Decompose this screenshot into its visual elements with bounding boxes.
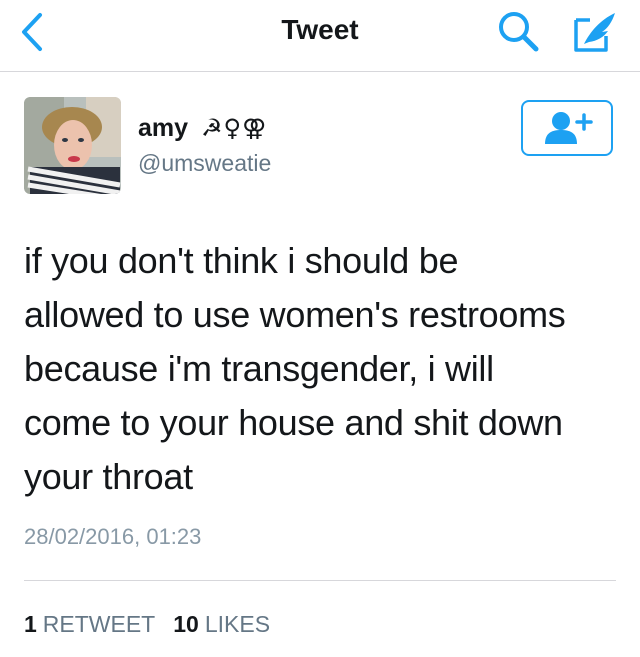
back-button[interactable] (10, 10, 54, 54)
tweet-text: if you don't think i should be allowed t… (24, 240, 566, 497)
author-handle[interactable]: @umsweatie (138, 150, 271, 177)
retweets-label: RETWEET (42, 611, 156, 637)
likes-count: 10 (173, 611, 199, 637)
chevron-left-icon (22, 13, 42, 51)
compose-quill-icon (574, 13, 615, 52)
navigation-bar: Tweet (0, 0, 640, 72)
add-user-icon (545, 112, 593, 144)
compose-button[interactable] (570, 8, 620, 54)
avatar[interactable] (24, 97, 121, 194)
tweet-timestamp: 28/02/2016, 01:23 (24, 524, 202, 549)
follow-button[interactable] (521, 100, 613, 156)
author-name-symbols: ☭♀⚢ (201, 114, 268, 142)
retweets-stat[interactable]: 1 RETWEET (24, 611, 155, 638)
profile-photo (24, 97, 121, 194)
retweets-count: 1 (24, 611, 37, 637)
author-display-name[interactable]: amy (138, 114, 188, 143)
page-title: Tweet (281, 14, 359, 45)
divider (24, 580, 616, 581)
likes-label: LIKES (204, 611, 271, 637)
likes-stat[interactable]: 10 LIKES (173, 611, 270, 638)
search-icon (499, 12, 539, 52)
tweet-stats: 1 RETWEET 10 LIKES (24, 611, 270, 638)
search-button[interactable] (495, 8, 541, 54)
